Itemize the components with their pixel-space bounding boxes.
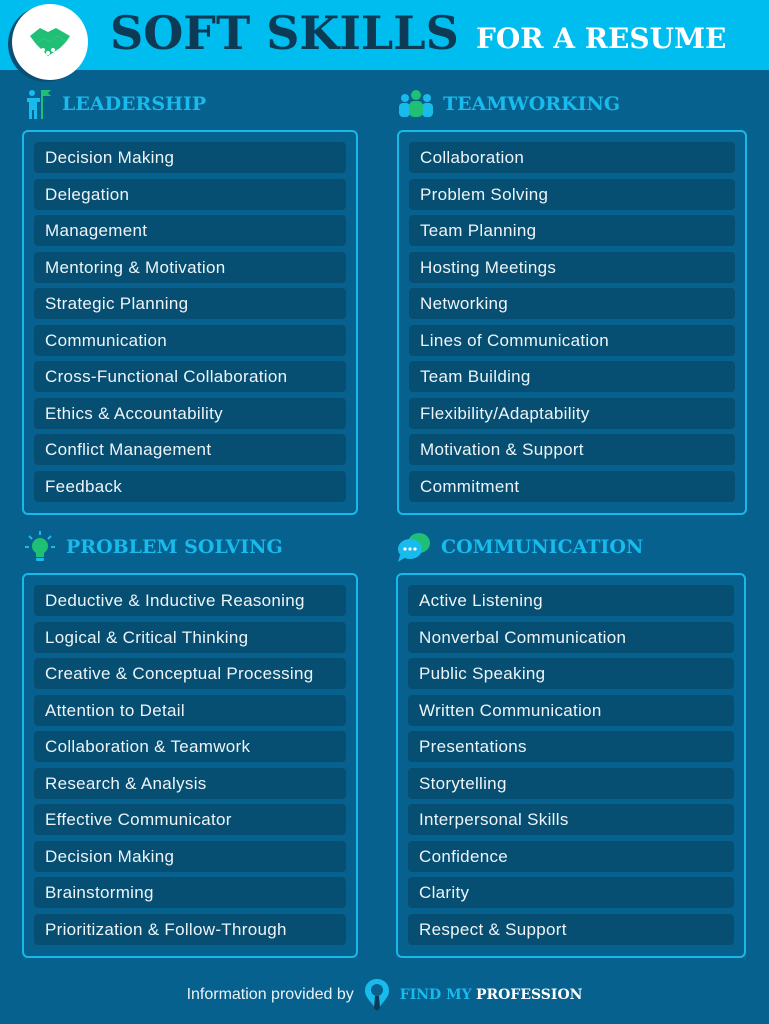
- list-item: Strategic Planning: [34, 288, 346, 319]
- skills-box-communication: Active Listening Nonverbal Communication…: [396, 573, 746, 958]
- list-item: Collaboration & Teamwork: [34, 731, 346, 762]
- section-header-communication: COMMUNICATION: [397, 531, 643, 563]
- section-header-problem-solving: PROBLEM SOLVING: [24, 530, 283, 564]
- list-item: Deductive & Inductive Reasoning: [34, 585, 346, 616]
- list-item: Networking: [409, 288, 735, 319]
- team-icon: [399, 90, 433, 117]
- list-item: Clarity: [408, 877, 734, 908]
- list-item: Decision Making: [34, 142, 346, 173]
- list-item: Lines of Communication: [409, 324, 735, 356]
- list-item: Communication: [34, 324, 346, 356]
- list-item: Brainstorming: [34, 877, 346, 908]
- list-item: Problem Solving: [409, 178, 735, 210]
- chat-bubbles-icon: [398, 533, 430, 562]
- list-item: Cross-Functional Collaboration: [34, 361, 346, 392]
- section-header-teamworking: TEAMWORKING: [399, 90, 620, 118]
- list-item: Motivation & Support: [409, 434, 735, 465]
- list-item: Hosting Meetings: [409, 251, 735, 283]
- list-item: Public Speaking: [408, 658, 734, 689]
- list-item: Feedback: [34, 470, 346, 502]
- location-pin-tie-icon: [364, 979, 389, 1011]
- list-item: Creative & Conceptual Processing: [34, 658, 346, 689]
- page-subtitle: FOR A RESUME: [476, 22, 727, 55]
- list-item: Effective Communicator: [34, 804, 346, 835]
- skills-box-problem-solving: Deductive & Inductive Reasoning Logical …: [22, 573, 358, 958]
- list-item: Mentoring & Motivation: [34, 251, 346, 283]
- list-item: Team Planning: [409, 215, 735, 246]
- list-item: Storytelling: [408, 767, 734, 799]
- brand-name: FIND MY PROFESSION: [399, 987, 583, 1003]
- skills-box-leadership: Decision Making Delegation Management Me…: [22, 130, 358, 515]
- list-item: Flexibility/Adaptability: [409, 397, 735, 429]
- section-title: TEAMWORKING: [443, 93, 621, 115]
- list-item: Management: [34, 215, 346, 246]
- lightbulb-icon: [25, 531, 55, 561]
- list-item: Nonverbal Communication: [408, 621, 734, 653]
- list-item: Prioritization & Follow-Through: [34, 913, 346, 945]
- section-title: PROBLEM SOLVING: [66, 536, 283, 558]
- list-item: Logical & Critical Thinking: [34, 621, 346, 653]
- list-item: Decision Making: [34, 840, 346, 872]
- list-item: Collaboration: [409, 142, 735, 173]
- list-item: Attention to Detail: [34, 694, 346, 726]
- list-item: Delegation: [34, 178, 346, 210]
- list-item: Confidence: [408, 840, 734, 872]
- logo-badge: [12, 4, 88, 80]
- section-title: LEADERSHIP: [62, 93, 207, 115]
- handshake-icon: [30, 28, 70, 56]
- list-item: Team Building: [409, 361, 735, 392]
- list-item: Interpersonal Skills: [408, 804, 734, 835]
- skills-box-teamworking: Collaboration Problem Solving Team Plann…: [397, 130, 747, 515]
- list-item: Research & Analysis: [34, 767, 346, 799]
- section-title: COMMUNICATION: [441, 536, 644, 558]
- section-header-leadership: LEADERSHIP: [26, 88, 206, 120]
- person-flag-icon: [27, 90, 51, 119]
- list-item: Conflict Management: [34, 434, 346, 465]
- page-title: SOFT SKILLS: [110, 6, 459, 60]
- list-item: Presentations: [408, 731, 734, 762]
- list-item: Respect & Support: [408, 913, 734, 945]
- footer-text: Information provided by: [186, 986, 354, 1003]
- list-item: Ethics & Accountability: [34, 397, 346, 429]
- list-item: Commitment: [409, 470, 735, 502]
- list-item: Written Communication: [408, 694, 734, 726]
- list-item: Active Listening: [408, 585, 734, 616]
- footer: Information provided by FIND MY PROFESSI…: [0, 978, 769, 1012]
